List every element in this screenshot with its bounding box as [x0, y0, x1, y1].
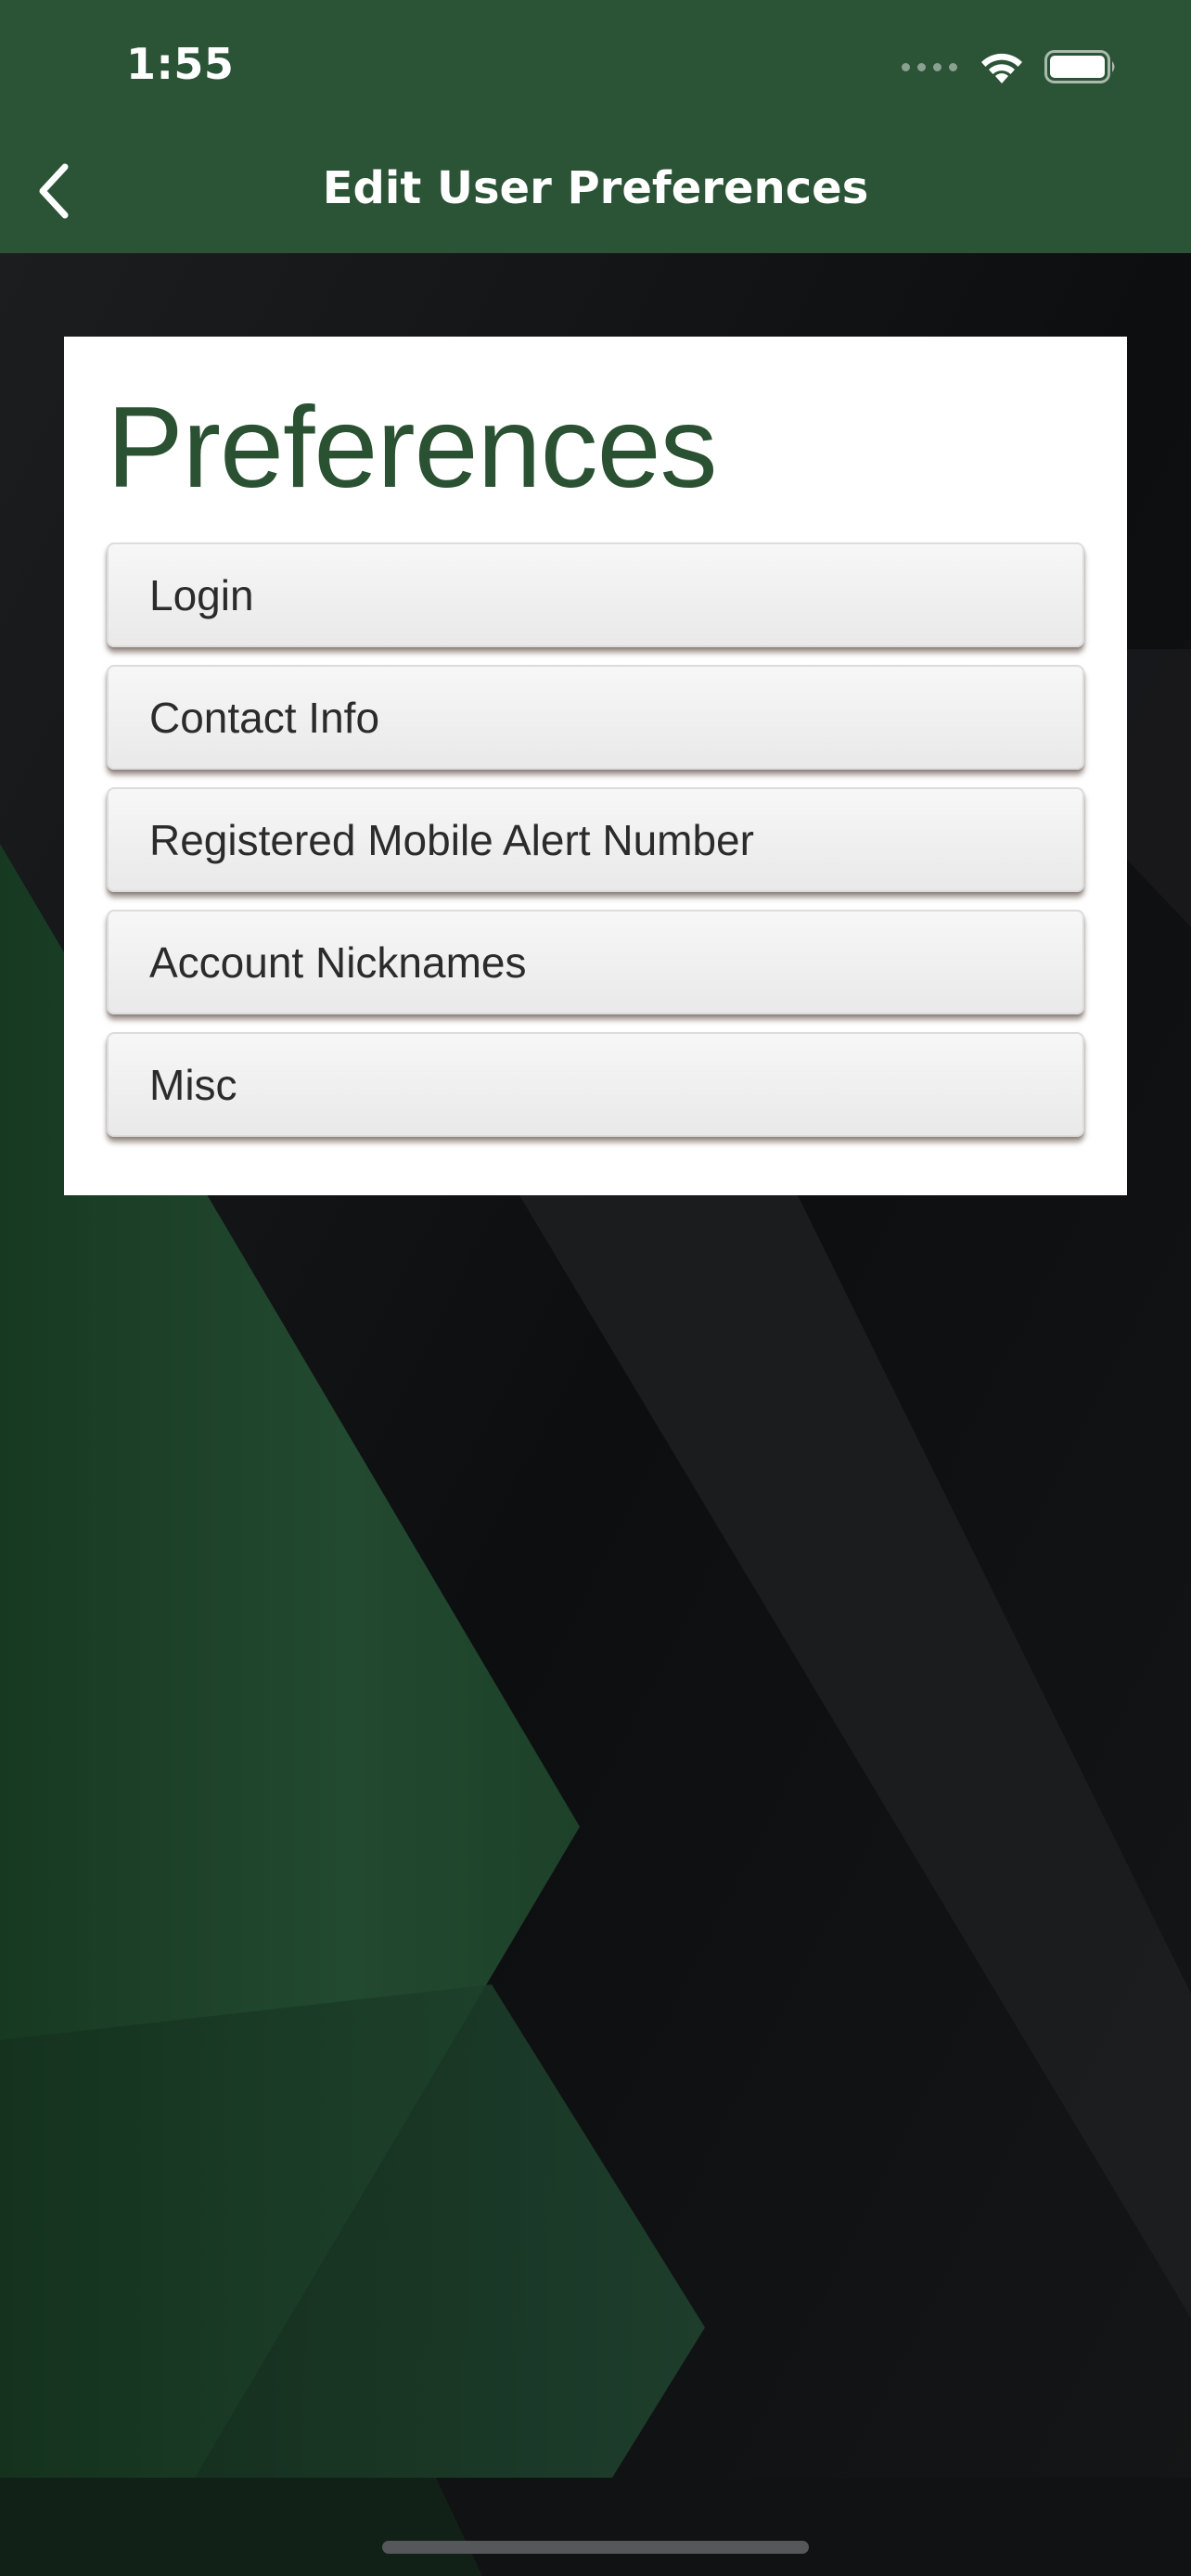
preferences-list: Login Contact Info Registered Mobile Ale…	[107, 542, 1084, 1154]
preferences-card: Preferences Login Contact Info Registere…	[64, 337, 1127, 1195]
account-nicknames-button[interactable]: Account Nicknames	[107, 910, 1084, 1014]
login-button[interactable]: Login	[107, 542, 1084, 647]
battery-icon	[1044, 50, 1115, 83]
misc-button[interactable]: Misc	[107, 1032, 1084, 1137]
top-bar: 1:55 Edit User Preferences	[0, 0, 1191, 253]
status-time: 1:55	[126, 39, 235, 89]
registered-mobile-alert-number-button[interactable]: Registered Mobile Alert Number	[107, 787, 1084, 892]
nav-title: Edit User Preferences	[322, 162, 869, 214]
signal-icon	[902, 62, 957, 71]
page-title: Preferences	[107, 384, 718, 512]
status-icons	[902, 45, 1119, 89]
contact-info-button[interactable]: Contact Info	[107, 665, 1084, 770]
wifi-icon	[981, 53, 1022, 83]
screen: 1:55 Edit User Preferences Preferences L…	[0, 0, 1191, 2576]
home-indicator[interactable]	[382, 2541, 809, 2554]
